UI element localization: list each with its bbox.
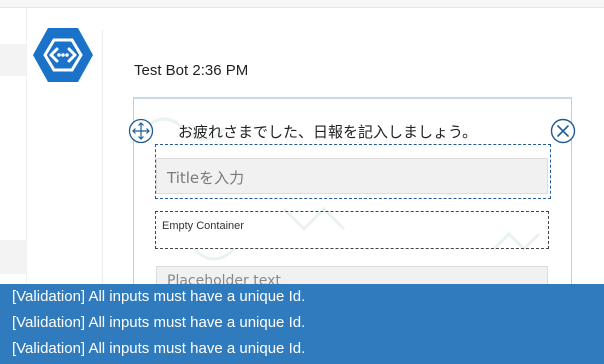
close-circle-icon[interactable]: [550, 118, 576, 144]
validation-message: [Validation] All inputs must have a uniq…: [12, 288, 306, 305]
left-rail-block: [0, 240, 26, 274]
left-rail-block: [0, 44, 26, 76]
validation-message: [Validation] All inputs must have a uniq…: [12, 340, 306, 357]
message-sender-timestamp: Test Bot 2:36 PM: [134, 62, 249, 79]
empty-container-label: Empty Container: [162, 220, 244, 232]
bot-hexagon-icon: [33, 28, 93, 82]
move-arrows-icon[interactable]: [128, 118, 154, 144]
title-input[interactable]: Titleを入力: [156, 158, 548, 194]
empty-container[interactable]: Empty Container: [155, 211, 549, 249]
validation-message: [Validation] All inputs must have a uniq…: [12, 314, 306, 331]
card-title: お疲れさまでした、日報を記入しましょう。: [178, 123, 478, 141]
top-strip: [0, 0, 604, 8]
left-rail: [0, 8, 27, 298]
validation-panel: [Validation] All inputs must have a uniq…: [0, 284, 604, 364]
